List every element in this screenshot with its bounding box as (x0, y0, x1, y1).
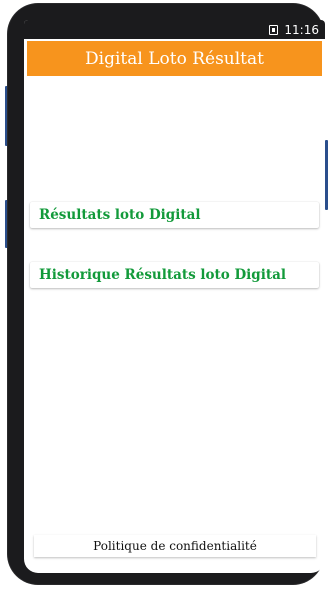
results-button[interactable]: Résultats loto Digital (30, 202, 319, 228)
status-time: 11:16 (284, 22, 319, 37)
app-title: Digital Loto Résultat (85, 48, 264, 69)
status-bar: 11:16 (24, 20, 325, 39)
notification-icon (269, 24, 279, 35)
privacy-policy-button[interactable]: Politique de confidentialité (34, 535, 316, 557)
privacy-policy-label: Politique de confidentialité (93, 539, 257, 553)
app-bar: Digital Loto Résultat (27, 41, 322, 76)
history-button[interactable]: Historique Résultats loto Digital (30, 262, 319, 288)
screen: 11:16 Digital Loto Résultat Résultats lo… (24, 20, 325, 573)
power-button (325, 140, 328, 210)
history-label: Historique Résultats loto Digital (39, 267, 286, 283)
results-label: Résultats loto Digital (39, 207, 201, 223)
phone-frame: 11:16 Digital Loto Résultat Résultats lo… (8, 4, 325, 584)
